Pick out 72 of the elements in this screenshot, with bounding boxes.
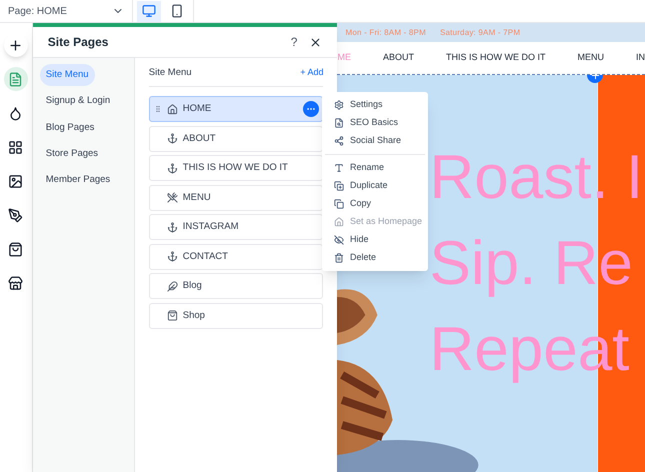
- trash-icon: [334, 253, 344, 263]
- page-icon: [8, 72, 24, 86]
- utensils-icon: [166, 192, 178, 204]
- page-item[interactable]: INSTAGRAM: [148, 214, 324, 240]
- rail-button[interactable]: [4, 33, 28, 57]
- menu-item[interactable]: Copy: [322, 195, 428, 213]
- droplet-icon: [8, 106, 24, 120]
- duplicate-icon: [334, 181, 344, 191]
- store-icon: [8, 276, 24, 290]
- page-name: THIS IS HOW WE DO IT: [182, 161, 288, 176]
- home-icon: [166, 104, 178, 115]
- page-name: CONTACT: [182, 250, 228, 264]
- copy-icon: [334, 199, 344, 209]
- list-title: Site Menu: [148, 66, 192, 80]
- anchor-icon: [166, 162, 178, 174]
- phone-icon: [170, 4, 184, 18]
- page-name: HOME: [182, 102, 212, 116]
- add-icon: [8, 38, 24, 52]
- page-name: Shop: [182, 308, 205, 323]
- drag-handle-icon[interactable]: [154, 105, 162, 114]
- anchor-icon: [166, 251, 178, 262]
- site-nav-link[interactable]: IN: [636, 51, 645, 65]
- page-item[interactable]: ABOUT: [148, 126, 324, 152]
- anchor-icon: [166, 133, 178, 144]
- site-nav-link[interactable]: THIS IS HOW WE DO IT: [446, 51, 546, 65]
- page-item[interactable]: Blog: [148, 273, 324, 300]
- grid-icon: [8, 140, 24, 154]
- nav-item[interactable]: Site Menu: [40, 64, 95, 86]
- nav-item[interactable]: Signup & Login: [40, 90, 116, 112]
- page-item[interactable]: THIS IS HOW WE DO IT: [148, 155, 324, 182]
- device-toggle[interactable]: [137, 0, 161, 22]
- text-icon: [334, 163, 344, 173]
- bag-icon: [166, 310, 178, 322]
- bag-icon: [8, 242, 24, 256]
- hours-text: Saturday: 9AM - 7PM: [440, 26, 520, 38]
- menu-item[interactable]: Hide: [322, 231, 428, 249]
- feather-icon: [166, 280, 178, 292]
- nav-item[interactable]: Member Pages: [40, 169, 116, 192]
- page-name: Blog: [182, 279, 202, 294]
- hours-text: Mon - Fri: 8AM - 8PM: [345, 26, 426, 38]
- nav-item[interactable]: Store Pages: [40, 142, 104, 165]
- page-name: ABOUT: [182, 132, 216, 146]
- share-icon: [334, 136, 344, 146]
- menu-item[interactable]: Settings: [322, 96, 428, 114]
- menu-item[interactable]: Rename: [322, 159, 428, 177]
- add-page-link[interactable]: + Add: [300, 66, 324, 80]
- help-button[interactable]: ?: [290, 33, 298, 51]
- menu-item[interactable]: SEO Basics: [322, 114, 428, 132]
- page-name: INSTAGRAM: [182, 220, 239, 234]
- site-nav-link[interactable]: MENU: [578, 51, 604, 65]
- page-item[interactable]: MENU: [148, 184, 324, 211]
- page-item[interactable]: Shop: [148, 302, 324, 329]
- menu-item[interactable]: Delete: [322, 249, 428, 267]
- anchor-icon: [166, 222, 178, 233]
- panel-title: Site Pages: [48, 34, 108, 51]
- page-name: MENU: [182, 190, 211, 205]
- menu-item[interactable]: Duplicate: [322, 177, 428, 195]
- search-page-icon: [334, 118, 344, 128]
- site-nav-link[interactable]: ABOUT: [382, 51, 414, 65]
- nav-item[interactable]: Blog Pages: [40, 116, 100, 139]
- pen-icon: [8, 208, 24, 222]
- settings-icon: [334, 100, 344, 110]
- more-button[interactable]: [303, 101, 320, 118]
- menu-item[interactable]: Social Share: [322, 132, 428, 150]
- image-icon: [8, 174, 24, 188]
- close-icon[interactable]: [309, 36, 322, 48]
- page-dropdown[interactable]: Page: HOME: [0, 0, 133, 22]
- home-icon: [334, 217, 344, 227]
- page-item[interactable]: CONTACT: [148, 244, 324, 270]
- desktop-icon: [142, 4, 156, 18]
- hidden-eye-icon: [334, 235, 344, 245]
- page-item[interactable]: HOME: [148, 96, 324, 122]
